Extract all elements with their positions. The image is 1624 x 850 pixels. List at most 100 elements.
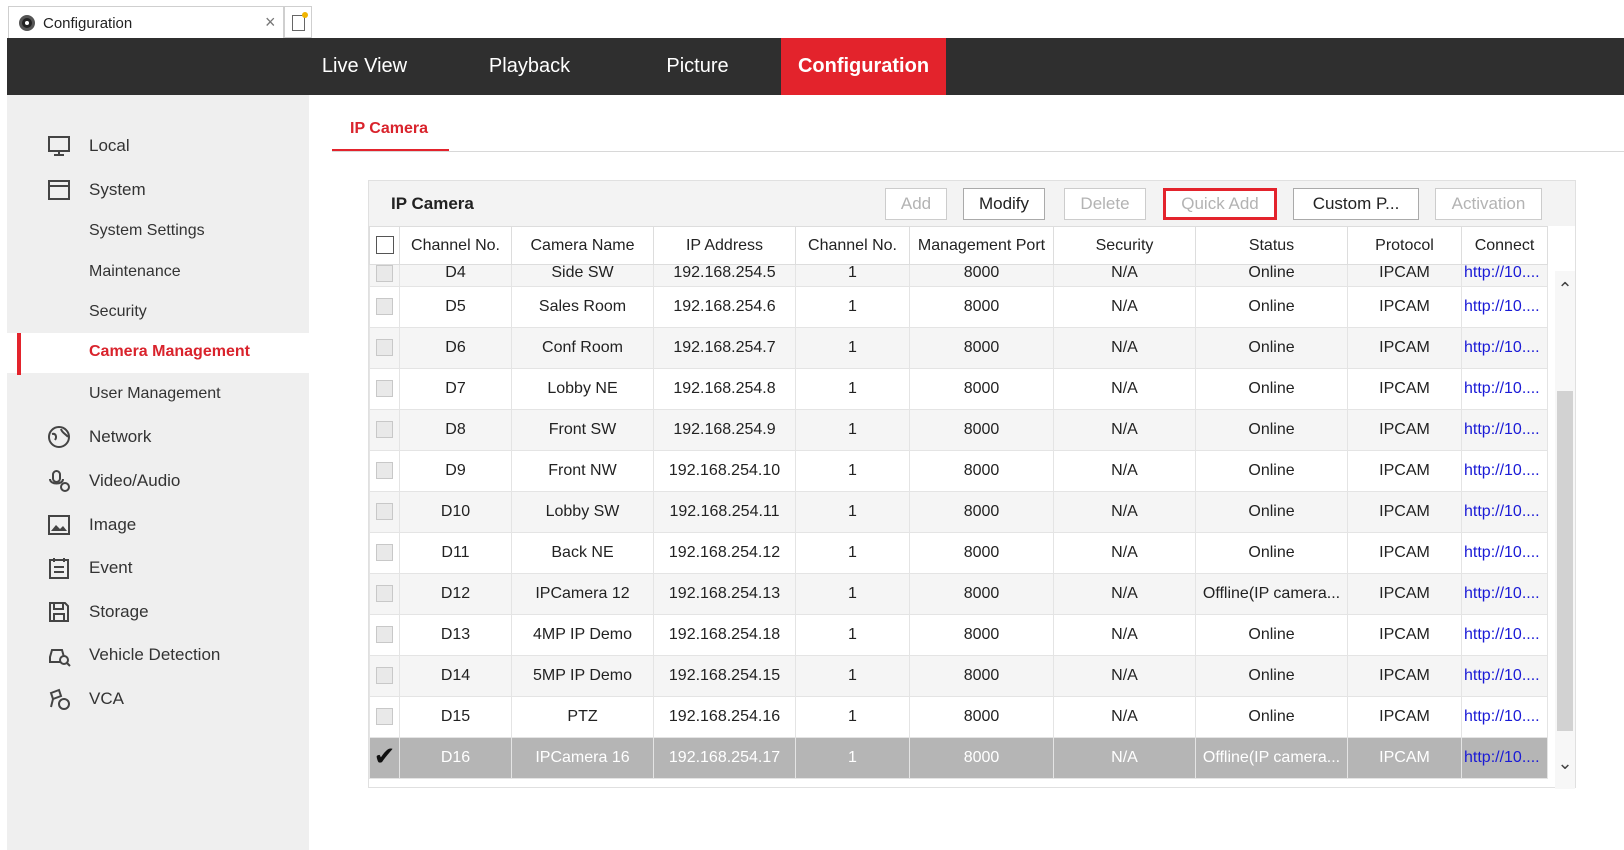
table-row[interactable]: D14 5MP IP Demo 192.168.254.15 1 8000 N/A Onli…	[369, 655, 1548, 697]
row-checkbox-cell[interactable]	[369, 614, 400, 656]
column-header[interactable]: Management Port	[909, 226, 1054, 265]
table-row[interactable]: D11 Back NE 192.168.254.12 1 8000 N/A Online IP…	[369, 532, 1548, 574]
connect-link[interactable]: http://10....	[1461, 264, 1548, 287]
close-icon[interactable]: ×	[265, 12, 276, 33]
sidebar-item-security[interactable]: Security	[7, 293, 309, 333]
connect-link[interactable]: http://10....	[1461, 532, 1548, 574]
table-row[interactable]: D8 Front SW 192.168.254.9 1 8000 N/A Online IPC…	[369, 409, 1548, 451]
table-row[interactable]: D7 Lobby NE 192.168.254.8 1 8000 N/A Online IPC…	[369, 368, 1548, 410]
add-button[interactable]: Add	[885, 188, 947, 220]
row-checkbox-cell[interactable]	[369, 573, 400, 615]
table-row[interactable]: D6 Conf Room 192.168.254.7 1 8000 N/A Online IP…	[369, 327, 1548, 369]
row-checkbox[interactable]	[376, 708, 393, 726]
connect-link[interactable]: http://10....	[1461, 450, 1548, 492]
connect-link[interactable]: http://10....	[1461, 286, 1548, 328]
row-checkbox-cell[interactable]	[369, 491, 400, 533]
sidebar-item-system-settings[interactable]: System Settings	[7, 212, 309, 252]
connect-link[interactable]: http://10....	[1461, 737, 1548, 779]
chevron-down-icon[interactable]: ⌄	[1555, 753, 1575, 777]
connect-link[interactable]: http://10....	[1461, 696, 1548, 738]
connect-link[interactable]: http://10....	[1461, 655, 1548, 697]
quick-add-button[interactable]: Quick Add	[1163, 188, 1277, 220]
row-checkbox-cell[interactable]	[369, 368, 400, 410]
row-checkbox[interactable]	[376, 462, 393, 480]
checkmark-icon[interactable]: ✔	[374, 741, 396, 771]
column-header[interactable]: Protocol	[1347, 226, 1462, 265]
sidebar-item-image[interactable]: Image	[7, 505, 309, 545]
column-header[interactable]: Channel No.	[795, 226, 910, 265]
delete-button[interactable]: Delete	[1064, 188, 1146, 220]
connect-link[interactable]: http://10....	[1461, 573, 1548, 615]
table-scrollbar[interactable]: ⌃ ⌄	[1555, 271, 1575, 789]
ip-address-cell: 192.168.254.16	[653, 696, 796, 738]
table-row[interactable]: D13 4MP IP Demo 192.168.254.18 1 8000 N/A Onli…	[369, 614, 1548, 656]
column-header[interactable]: Channel No.	[399, 226, 512, 265]
channel-number-cell: 1	[795, 264, 910, 287]
row-checkbox[interactable]	[376, 380, 393, 398]
sidebar-item-network[interactable]: Network	[7, 417, 309, 457]
connect-link[interactable]: http://10....	[1461, 327, 1548, 369]
row-checkbox-cell[interactable]	[369, 264, 400, 287]
column-header[interactable]: Camera Name	[511, 226, 654, 265]
row-checkbox[interactable]	[376, 585, 393, 603]
connect-link[interactable]: http://10....	[1461, 614, 1548, 656]
row-checkbox-cell[interactable]	[369, 409, 400, 451]
sidebar-item-vca[interactable]: VCA	[7, 679, 309, 719]
column-header[interactable]: Security	[1053, 226, 1196, 265]
browser-tab[interactable]: Configuration ×	[8, 6, 284, 38]
row-checkbox[interactable]	[376, 421, 393, 439]
table-row[interactable]: D12 IPCamera 12 192.168.254.13 1 8000 N/A Offl…	[369, 573, 1548, 615]
custom-protocol-button[interactable]: Custom P...	[1293, 188, 1419, 220]
column-header[interactable]: Connect	[1461, 226, 1548, 265]
select-all-checkbox[interactable]	[375, 236, 394, 255]
sidebar-item-storage[interactable]: Storage	[7, 592, 309, 632]
scroll-thumb[interactable]	[1557, 391, 1573, 731]
sidebar-item-label: Storage	[89, 602, 149, 621]
connect-link[interactable]: http://10....	[1461, 368, 1548, 410]
nav-playback[interactable]: Playback	[467, 38, 592, 95]
connect-link[interactable]: http://10....	[1461, 409, 1548, 451]
sidebar-item-system[interactable]: System	[7, 170, 309, 210]
sidebar-item-local[interactable]: Local	[7, 126, 309, 166]
activation-button[interactable]: Activation	[1435, 188, 1542, 220]
nav-configuration[interactable]: Configuration	[781, 38, 946, 95]
table-row[interactable]: D9 Front NW 192.168.254.10 1 8000 N/A Online IP…	[369, 450, 1548, 492]
modify-button[interactable]: Modify	[963, 188, 1045, 220]
chevron-up-icon[interactable]: ⌃	[1555, 279, 1575, 303]
table-row[interactable]: D5 Sales Room 192.168.254.6 1 8000 N/A Online I…	[369, 286, 1548, 328]
row-checkbox-cell[interactable]	[369, 655, 400, 697]
sidebar-item-video-audio[interactable]: Video/Audio	[7, 461, 309, 501]
row-checkbox[interactable]	[376, 265, 393, 282]
tab-ip-camera[interactable]: IP Camera	[332, 110, 449, 152]
ip-camera-table: Channel No. Camera Name IP Address Chann…	[369, 226, 1548, 779]
row-checkbox[interactable]	[376, 503, 393, 521]
row-checkbox-cell[interactable]	[369, 450, 400, 492]
table-row[interactable]: ✔ D16 IPCamera 16 192.168.254.17 1 8000 N/A Off…	[369, 737, 1548, 779]
row-checkbox[interactable]	[376, 339, 393, 357]
nav-picture[interactable]: Picture	[635, 38, 760, 95]
row-checkbox-cell[interactable]	[369, 696, 400, 738]
row-checkbox[interactable]	[376, 667, 393, 685]
sidebar-item-vehicle-detection[interactable]: Vehicle Detection	[7, 635, 309, 675]
sidebar-item-event[interactable]: Event	[7, 548, 309, 588]
sidebar-item-camera-management[interactable]: Camera Management	[7, 333, 309, 375]
connect-link[interactable]: http://10....	[1461, 491, 1548, 533]
table-row[interactable]: D4 Side SW 192.168.254.5 1 8000 N/A Online IPCA…	[369, 264, 1548, 287]
column-header[interactable]: Status	[1195, 226, 1348, 265]
sidebar-item-user-management[interactable]: User Management	[7, 375, 309, 415]
row-checkbox-cell[interactable]	[369, 532, 400, 574]
table-row[interactable]: D15 PTZ 192.168.254.16 1 8000 N/A Online IPCAM h…	[369, 696, 1548, 738]
select-all-checkbox-cell[interactable]	[369, 226, 400, 265]
row-checkbox-cell[interactable]	[369, 327, 400, 369]
nav-live-view[interactable]: Live View	[302, 38, 427, 95]
column-header[interactable]: IP Address	[653, 226, 796, 265]
row-checkbox-cell[interactable]: ✔	[369, 737, 400, 779]
sidebar-item-maintenance[interactable]: Maintenance	[7, 253, 309, 293]
row-checkbox[interactable]	[376, 544, 393, 562]
table-row[interactable]: D10 Lobby SW 192.168.254.11 1 8000 N/A Online I…	[369, 491, 1548, 533]
sidebar-item-label: Video/Audio	[89, 471, 181, 490]
row-checkbox[interactable]	[376, 626, 393, 644]
new-tab-button[interactable]	[284, 6, 312, 38]
row-checkbox[interactable]	[376, 298, 393, 316]
row-checkbox-cell[interactable]	[369, 286, 400, 328]
